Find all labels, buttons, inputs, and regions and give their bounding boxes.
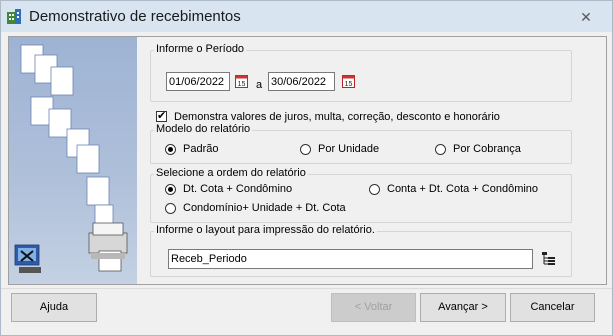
radio-dt-cota-condomino-label: Dt. Cota + Condômino [183, 183, 293, 195]
calendar-icon[interactable]: 15 [235, 74, 248, 88]
window-title: Demonstrativo de recebimentos [29, 8, 241, 25]
radio-conta-dt-cota-condomino[interactable] [369, 184, 380, 195]
calendar-icon[interactable]: 15 [342, 74, 355, 88]
help-button-label: Ajuda [39, 301, 69, 313]
separator [1, 288, 612, 289]
next-button[interactable]: Avançar > [420, 293, 506, 322]
back-button[interactable]: < Voltar [331, 293, 416, 322]
radio-dt-cota-condomino[interactable] [165, 184, 176, 195]
title-bar: Demonstrativo de recebimentos ✕ [1, 1, 612, 32]
wizard-side-image [9, 37, 137, 284]
date-separator: a [256, 79, 263, 91]
computer-icon [14, 244, 41, 273]
radio-padrao[interactable] [165, 144, 176, 155]
layout-group: Informe o layout para impressão do relat… [150, 224, 572, 277]
dialog-window: Demonstrativo de recebimentos ✕ Informe … [0, 0, 613, 336]
radio-condominio-unidade-dt-cota-label: Condomínio+ Unidade + Dt. Cota [183, 202, 346, 214]
cancel-button[interactable]: Cancelar [510, 293, 595, 322]
layout-legend: Informe o layout para impressão do relat… [154, 224, 377, 236]
documents-printer-illustration [14, 44, 128, 273]
model-legend: Modelo do relatório [154, 123, 253, 135]
period-legend: Informe o Período [154, 43, 247, 55]
radio-padrao-label: Padrão [183, 143, 219, 155]
start-date-input[interactable]: 01/06/2022 [166, 72, 230, 91]
radio-por-unidade[interactable] [300, 144, 311, 155]
printer-icon [88, 222, 128, 272]
show-values-label: Demonstra valores de juros, multa, corre… [174, 111, 500, 123]
back-button-label: < Voltar [354, 301, 393, 313]
help-button[interactable]: Ajuda [11, 293, 97, 322]
order-group: Selecione a ordem do relatório Dt. Cota … [150, 167, 572, 223]
svg-text:15: 15 [345, 81, 353, 88]
building-icon [7, 9, 21, 24]
close-icon: ✕ [580, 9, 592, 25]
layout-input[interactable]: Receb_Periodo [168, 249, 533, 269]
dialog-content: Informe o Período 01/06/2022 15 a 30/06/… [8, 36, 607, 285]
show-values-checkbox[interactable]: ✔ [156, 111, 167, 122]
next-button-label: Avançar > [438, 301, 488, 313]
order-legend: Selecione a ordem do relatório [154, 167, 308, 179]
radio-condominio-unidade-dt-cota[interactable] [165, 203, 176, 214]
svg-text:15: 15 [238, 81, 246, 88]
model-group: Modelo do relatório Padrão Por Unidade P… [150, 123, 572, 164]
period-group: Informe o Período 01/06/2022 15 a 30/06/… [150, 43, 572, 102]
cancel-button-label: Cancelar [530, 301, 575, 313]
radio-conta-dt-cota-condomino-label: Conta + Dt. Cota + Condômino [387, 183, 539, 195]
radio-por-unidade-label: Por Unidade [318, 143, 380, 155]
tree-list-icon[interactable] [542, 252, 557, 266]
end-date-input[interactable]: 30/06/2022 [268, 72, 335, 91]
check-icon: ✔ [157, 110, 167, 122]
close-button[interactable]: ✕ [567, 5, 605, 29]
radio-por-cobranca-label: Por Cobrança [453, 143, 521, 155]
radio-por-cobranca[interactable] [435, 144, 446, 155]
